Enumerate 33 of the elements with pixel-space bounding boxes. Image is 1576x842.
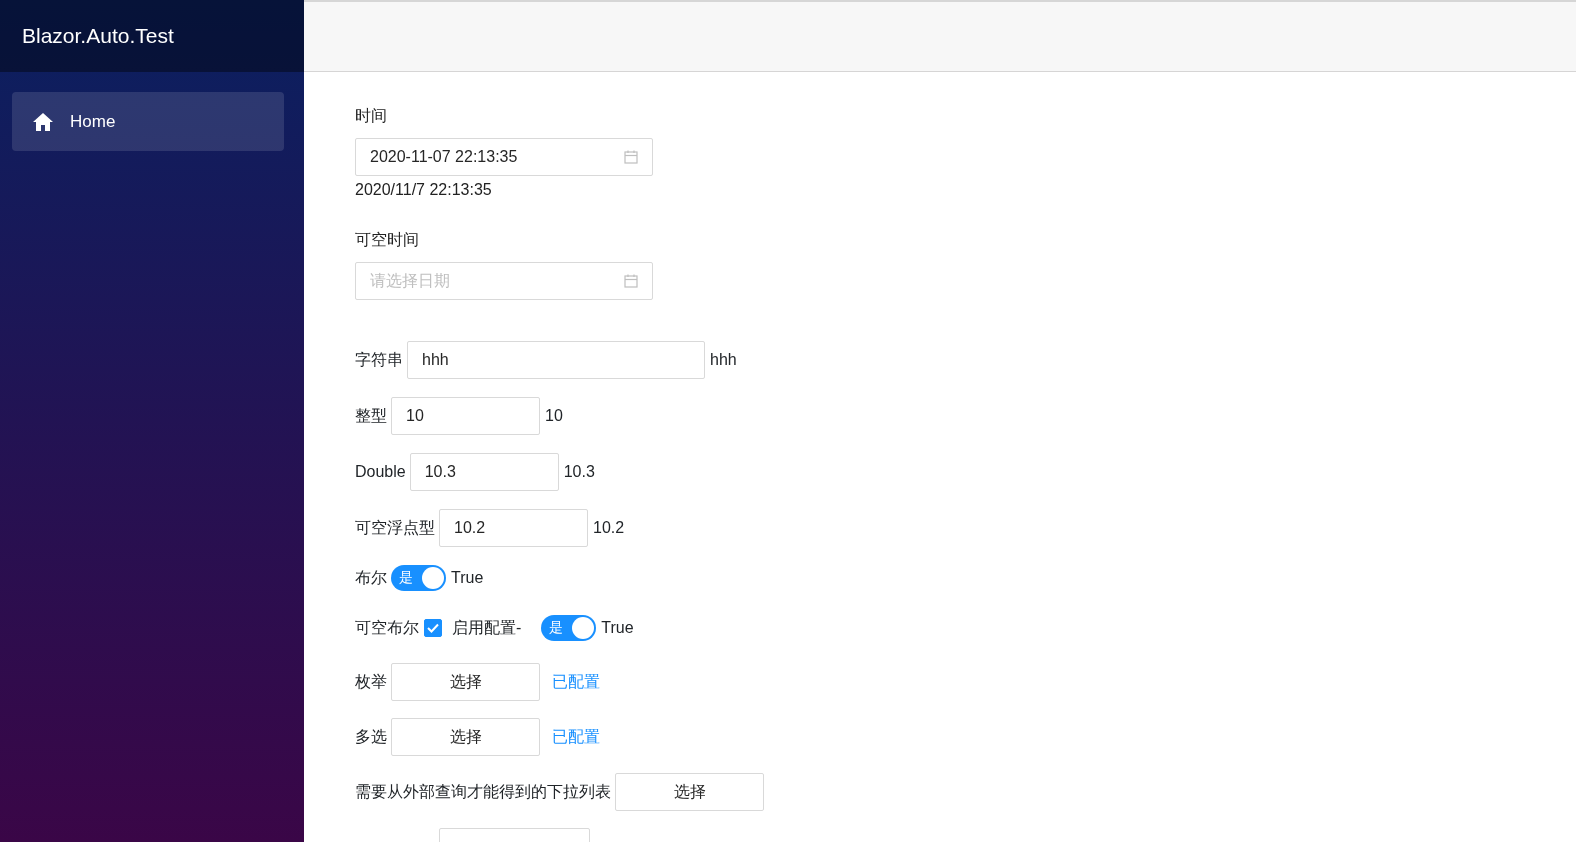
field-label: 可空布尔 bbox=[355, 618, 419, 638]
value-text: hhh bbox=[710, 350, 737, 370]
app-title: Blazor.Auto.Test bbox=[0, 0, 304, 72]
date-field[interactable]: 2020-11-07 22:13:35 bbox=[355, 138, 653, 176]
nav-item[interactable]: Home bbox=[12, 92, 284, 151]
value-text: True bbox=[601, 618, 634, 638]
field-label: 布尔 bbox=[355, 568, 387, 588]
field-label: 整型 bbox=[355, 406, 387, 426]
input-field[interactable]: 10 bbox=[391, 397, 540, 435]
field-label: 多选 bbox=[355, 727, 387, 747]
field-label: 字符串 bbox=[355, 350, 403, 370]
value-text: 10.3 bbox=[563, 462, 595, 482]
calendar-icon bbox=[624, 150, 638, 164]
home-icon bbox=[32, 111, 54, 132]
select-button[interactable]: 选择 bbox=[391, 718, 540, 756]
field-label: 时间 bbox=[355, 106, 388, 126]
value-text: 10 bbox=[545, 406, 563, 426]
select-button[interactable]: 选择 bbox=[615, 773, 764, 811]
select-button[interactable]: 选择 bbox=[391, 663, 540, 701]
calendar-icon bbox=[624, 274, 638, 288]
checkbox-label: 启用配置- bbox=[452, 618, 522, 638]
field-label: 可空时间 bbox=[355, 230, 420, 250]
field-label: 需要从外部查询才能得到的下拉列表 bbox=[355, 782, 611, 802]
checkbox[interactable] bbox=[424, 619, 442, 637]
value-text: 10.2 bbox=[593, 518, 625, 538]
value-text: 2020/11/7 22:13:35 bbox=[355, 180, 493, 200]
input-field[interactable]: hhh bbox=[407, 341, 705, 379]
field-label: 枚举 bbox=[355, 672, 387, 692]
input-field[interactable]: 10.2 bbox=[439, 509, 588, 547]
field-label: Double bbox=[355, 462, 406, 482]
field-label: 可空浮点型 bbox=[355, 518, 435, 538]
input-field[interactable]: 10.3 bbox=[409, 453, 559, 491]
value-text: True bbox=[451, 568, 484, 588]
